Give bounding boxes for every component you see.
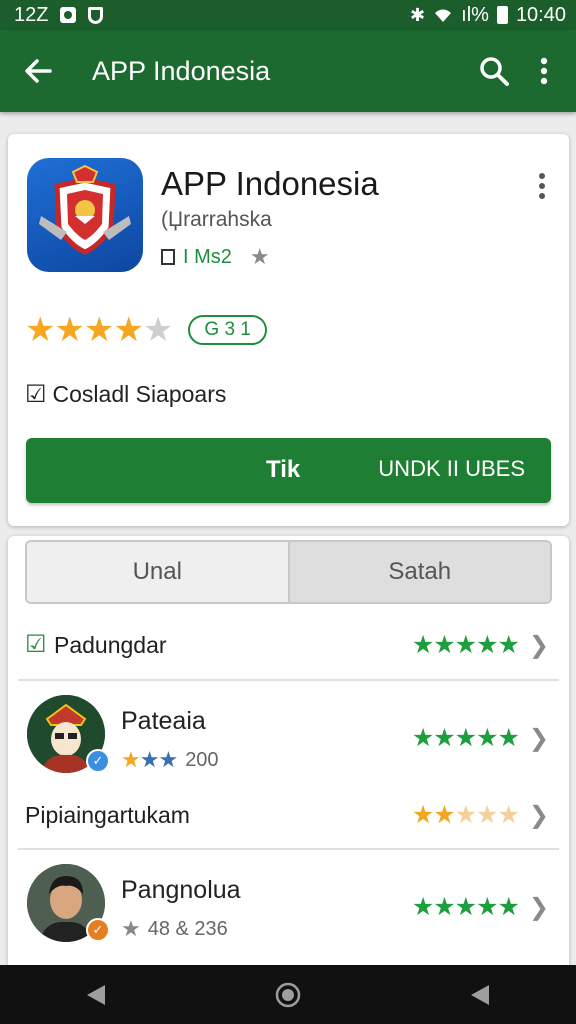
review-stars-link[interactable]: ★★★★★ ❯ (412, 630, 549, 660)
search-icon (480, 57, 509, 86)
chevron-right-icon: ❯ (528, 801, 549, 829)
chevron-right-icon: ❯ (528, 724, 549, 752)
reviewer-name: Pateaia (121, 707, 206, 735)
checkbox-label: Cosladl Siapoars (52, 381, 227, 407)
app-bar: APP Indonesia (0, 30, 576, 112)
feature-checkbox-row[interactable]: ☑ Cosladl Siapoars (25, 380, 226, 409)
more-vert-icon (540, 57, 548, 85)
meta-text: I Ms2 (183, 245, 232, 268)
status-time-left: 12Z (14, 3, 49, 26)
tab-unal[interactable]: Unal (27, 542, 290, 602)
wifi-icon (435, 9, 452, 22)
star-icon: ★ (249, 244, 270, 269)
app-title: APP Indonesia (161, 165, 379, 202)
developer-name[interactable]: (Џrarrahska (161, 208, 272, 232)
reviews-card: Unal Satah ☑ Padungdar ★★★★★ ❯ ✓ Pateaia… (8, 536, 569, 976)
badge-icon: ✓ (86, 918, 110, 942)
list-item[interactable]: ☑ Padungdar ★★★★★ ❯ (8, 626, 569, 666)
divider (18, 848, 559, 850)
nav-home-button[interactable] (253, 970, 323, 1020)
reviewer-rating: ★ 48 & 236 (121, 916, 228, 942)
card-more-button[interactable] (528, 168, 556, 204)
search-button[interactable] (466, 43, 522, 99)
app-rating-stars: ★★★★★ (25, 311, 173, 349)
more-vert-icon (539, 173, 545, 199)
nav-home-icon (275, 982, 301, 1007)
battery-icon (496, 6, 508, 24)
app-logo-icon (27, 158, 143, 272)
nav-recent-icon (471, 984, 489, 1005)
review-stars: ★★★★★ (411, 893, 520, 921)
back-arrow-icon (25, 59, 52, 83)
reviewer-stars: ★★★ (121, 747, 178, 772)
reviewer-name: Pangnolua (121, 876, 241, 904)
chevron-right-icon: ❯ (528, 631, 549, 659)
install-button[interactable]: Tik UNDK II UBES (26, 438, 551, 503)
star-icon: ★ (121, 916, 141, 941)
rating-pill[interactable]: G 3 1 (188, 315, 267, 345)
segmented-control: Unal Satah (25, 540, 552, 604)
review-stars: ★★★★★ (411, 631, 520, 659)
app-info-card: APP Indonesia (Џrarrahska I Ms2 ★ ★★★★★ … (8, 134, 569, 526)
system-nav-bar (0, 965, 576, 1024)
review-item[interactable]: ✓ Pateaia ★★★ 200 ★★★★★ ❯ (8, 691, 569, 787)
nav-recent-button[interactable] (445, 970, 515, 1020)
photo-notification-icon (60, 7, 77, 23)
check-icon: ☑ (25, 631, 47, 658)
list-item[interactable]: Pipiaingartukam ★★★★★ ❯ (8, 798, 569, 838)
back-button[interactable] (8, 41, 68, 101)
reviewer-count: 48 & 236 (147, 917, 228, 940)
review-stars-link[interactable]: ★★★★★ ❯ (412, 892, 549, 922)
app-bar-title: APP Indonesia (92, 55, 271, 86)
reviewer-rating: ★★★ 200 (121, 747, 219, 773)
install-button-left-label: Tik (266, 456, 301, 483)
tab-satah[interactable]: Satah (289, 542, 550, 602)
nav-back-icon (87, 984, 105, 1005)
review-stars: ★★★★★ (411, 801, 520, 829)
app-rating-row: ★★★★★ G 3 1 (25, 310, 267, 350)
review-stars-link[interactable]: ★★★★★ ❯ (412, 800, 549, 830)
install-button-right-label: UNDK II UBES (378, 456, 525, 481)
nav-back-button[interactable] (61, 970, 131, 1020)
chevron-right-icon: ❯ (528, 893, 549, 921)
review-stars: ★★★★★ (411, 724, 520, 752)
divider (18, 679, 559, 681)
checkbox-icon[interactable]: ☑ (25, 380, 47, 409)
overflow-menu-button[interactable] (522, 43, 566, 99)
status-time-right: 10:40 (515, 3, 566, 26)
review-stars-link[interactable]: ★★★★★ ❯ (412, 723, 549, 753)
app-meta: I Ms2 ★ (161, 244, 270, 270)
reviewer-count: 200 (185, 748, 219, 771)
shield-notification-icon (88, 6, 104, 24)
review-item[interactable]: ✓ Pangnolua ★ 48 & 236 ★★★★★ ❯ (8, 860, 569, 956)
review-label: Pipiaingartukam (25, 802, 190, 828)
verified-badge-icon: ✓ (86, 749, 110, 773)
status-bar: 12Z ✱ ıl% 10:40 (0, 0, 576, 30)
content-rating-icon (161, 249, 175, 265)
bluetooth-icon: ✱ (410, 4, 426, 25)
signal-text: ıl% (461, 3, 489, 26)
review-label: Padungdar (54, 632, 167, 658)
